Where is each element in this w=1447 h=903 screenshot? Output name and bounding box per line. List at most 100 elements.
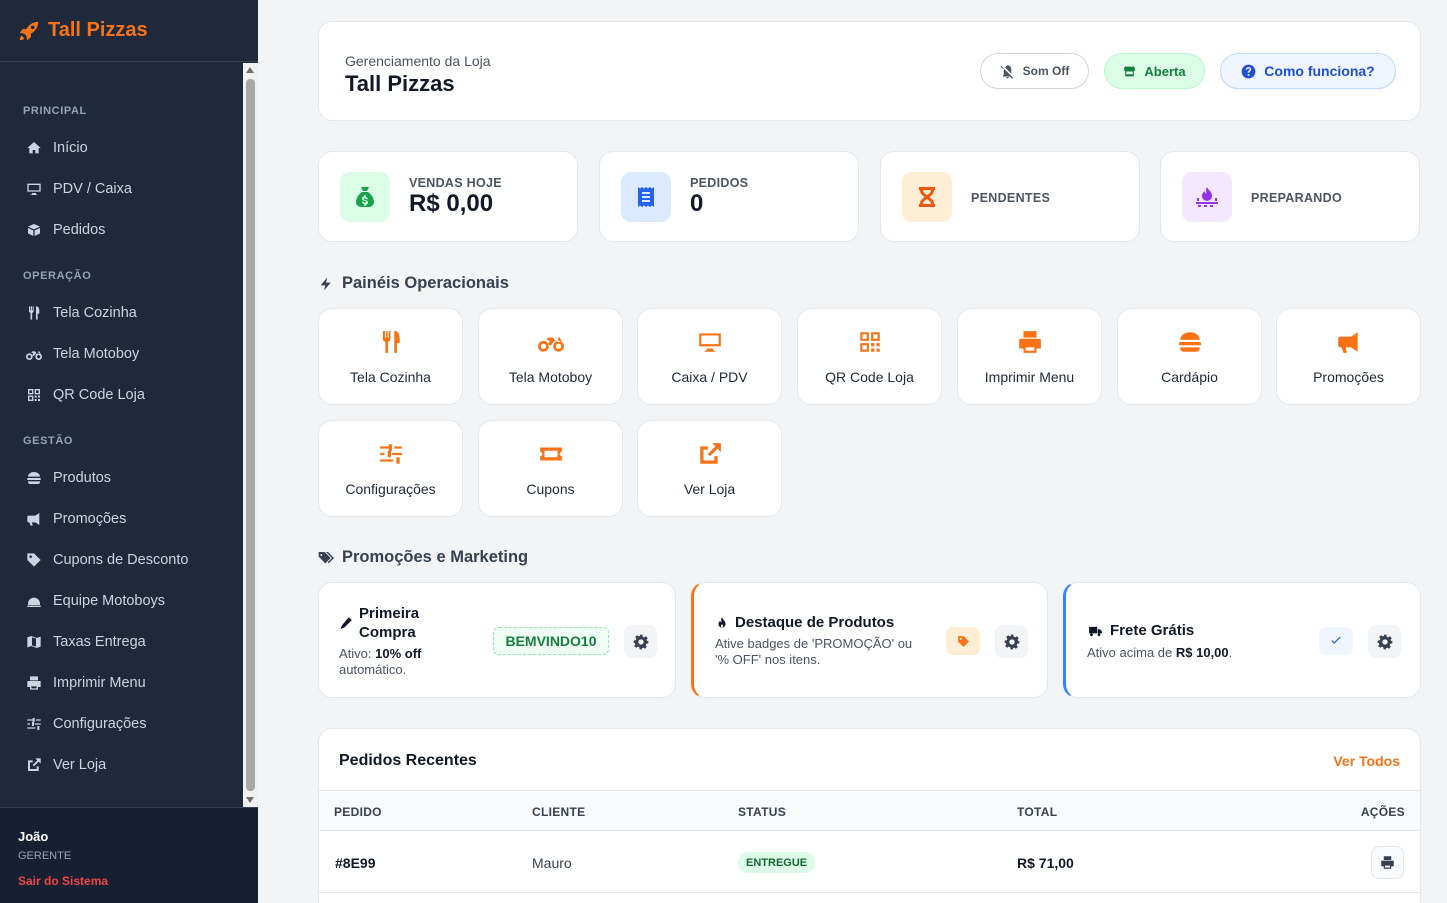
- order-id: #8E99: [335, 855, 376, 871]
- sidebar-item-imprimir-menu[interactable]: Imprimir Menu: [0, 662, 243, 703]
- panel-tile-tela-motoboy[interactable]: Tela Motoboy: [478, 308, 623, 405]
- sidebar-item-label: Produtos: [53, 469, 112, 486]
- promo-settings-button[interactable]: [995, 625, 1028, 658]
- panel-tile-label: Ver Loja: [683, 481, 736, 497]
- fire-burner-icon: [1182, 172, 1232, 222]
- sidebar-item-produtos[interactable]: Produtos: [0, 457, 243, 498]
- sidebar-item-qr-code-loja[interactable]: QR Code Loja: [0, 374, 243, 415]
- sound-toggle-button[interactable]: Som Off: [980, 53, 1089, 89]
- scroll-down-arrow-icon[interactable]: [246, 797, 254, 803]
- tag-badge: [946, 627, 980, 655]
- view-all-link[interactable]: Ver Todos: [1333, 753, 1400, 769]
- panel-tile-imprimir-menu[interactable]: Imprimir Menu: [957, 308, 1102, 405]
- promo-settings-button[interactable]: [1368, 625, 1401, 658]
- store-status-button[interactable]: Aberta: [1104, 53, 1205, 89]
- sidebar-nav: PRINCIPAL Início PDV / Caixa Pedidos OPE…: [0, 63, 243, 807]
- panel-tile-label: Tela Cozinha: [350, 369, 431, 385]
- scrollbar-thumb[interactable]: [246, 79, 255, 791]
- sidebar-item-promocoes[interactable]: Promoções: [0, 498, 243, 539]
- print-order-button[interactable]: [1371, 846, 1404, 879]
- promo-description: Ativo: 10% off automático.: [339, 646, 421, 678]
- status-badge: ENTREGUE: [738, 852, 816, 873]
- brand[interactable]: Tall Pizzas: [0, 0, 258, 62]
- panels-heading: Painéis Operacionais: [318, 274, 509, 293]
- panel-tile-configuracoes[interactable]: Configurações: [318, 420, 463, 517]
- panel-tile-label: Imprimir Menu: [984, 369, 1075, 385]
- brand-name: Tall Pizzas: [48, 19, 148, 41]
- page-title: Tall Pizzas: [345, 71, 455, 96]
- sidebar-item-taxas-entrega[interactable]: Taxas Entrega: [0, 621, 243, 662]
- box-icon: [25, 221, 42, 238]
- check-badge: [1319, 627, 1353, 655]
- qrcode-icon: [798, 329, 941, 355]
- panel-tile-caixa-pdv[interactable]: Caixa / PDV: [637, 308, 782, 405]
- stat-label: PEDIDOS: [690, 176, 749, 190]
- sidebar-item-inicio[interactable]: Início: [0, 127, 243, 168]
- megaphone-icon: [1277, 329, 1420, 355]
- sidebar-item-cupons-de-desconto[interactable]: Cupons de Desconto: [0, 539, 243, 580]
- sidebar-item-pedidos[interactable]: Pedidos: [0, 209, 243, 250]
- motorcycle-icon: [479, 329, 622, 355]
- bolt-icon: [318, 276, 334, 292]
- promo-card-destaque-produtos: Destaque de Produtos Ative badges de 'PR…: [691, 582, 1048, 698]
- sidebar-item-label: QR Code Loja: [53, 386, 145, 403]
- panel-tile-cupons[interactable]: Cupons: [478, 420, 623, 517]
- sidebar-item-configuracoes[interactable]: Configurações: [0, 703, 243, 744]
- panel-tile-qr-code-loja[interactable]: QR Code Loja: [797, 308, 942, 405]
- promo-description: Ativo acima de R$ 10,00.: [1087, 645, 1232, 661]
- panel-tile-tela-cozinha[interactable]: Tela Cozinha: [318, 308, 463, 405]
- logout-link[interactable]: Sair do Sistema: [18, 874, 108, 888]
- truck-icon: [1087, 624, 1104, 638]
- money-bag-icon: [340, 172, 390, 222]
- monitor-icon: [25, 180, 42, 197]
- table-row[interactable]: #8E99 Mauro ENTREGUE R$ 71,00: [319, 831, 1420, 893]
- promo-settings-button[interactable]: [624, 625, 657, 658]
- sliders-icon: [319, 441, 462, 467]
- stat-label: PREPARANDO: [1251, 191, 1342, 205]
- panel-tile-label: Configurações: [345, 481, 436, 497]
- panel-tile-promocoes[interactable]: Promoções: [1276, 308, 1421, 405]
- tags-icon: [318, 550, 334, 566]
- utensils-icon: [319, 329, 462, 355]
- sidebar-item-pdv-caixa[interactable]: PDV / Caixa: [0, 168, 243, 209]
- sidebar-item-label: Tela Cozinha: [53, 304, 137, 321]
- user-role: GERENTE: [18, 850, 72, 862]
- promo-title: Frete Grátis: [1087, 622, 1194, 639]
- printer-icon: [1380, 855, 1395, 870]
- sidebar-scrollbar[interactable]: [243, 63, 258, 807]
- panel-tile-ver-loja[interactable]: Ver Loja: [637, 420, 782, 517]
- sidebar-item-ver-loja[interactable]: Ver Loja: [0, 744, 243, 785]
- qrcode-icon: [25, 386, 42, 403]
- sidebar-item-tela-cozinha[interactable]: Tela Cozinha: [0, 292, 243, 333]
- coupon-code-badge: BEMVINDO10: [493, 627, 609, 655]
- utensils-icon: [25, 304, 42, 321]
- sidebar-item-equipe-motoboys[interactable]: Equipe Motoboys: [0, 580, 243, 621]
- printer-icon: [25, 674, 42, 691]
- rocket-icon: [18, 20, 40, 42]
- table-header: PEDIDO CLIENTE STATUS TOTAL AÇÕES: [319, 790, 1420, 831]
- tag-icon: [25, 551, 42, 568]
- promo-desc-bold: 10% off: [375, 646, 422, 661]
- panel-tile-label: Caixa / PDV: [671, 369, 748, 385]
- panel-tile-cardapio[interactable]: Cardápio: [1117, 308, 1262, 405]
- monitor-icon: [638, 329, 781, 355]
- sidebar-item-label: Taxas Entrega: [53, 633, 146, 650]
- panel-tile-label: QR Code Loja: [825, 369, 914, 385]
- section-label-principal: PRINCIPAL: [23, 105, 87, 117]
- stat-label: PENDENTES: [971, 191, 1051, 205]
- help-button[interactable]: Como funciona?: [1220, 53, 1396, 89]
- store-icon: [1123, 65, 1136, 78]
- column-header: AÇÕES: [1360, 805, 1405, 819]
- promo-desc-text: Ativo acima de: [1087, 645, 1176, 660]
- sound-toggle-label: Som Off: [1022, 64, 1070, 78]
- promo-title-line: Primeira: [359, 605, 420, 622]
- promo-title-line: Compra: [359, 624, 416, 641]
- sidebar-item-label: Cupons de Desconto: [53, 551, 189, 568]
- sidebar-item-tela-motoboy[interactable]: Tela Motoboy: [0, 333, 243, 374]
- scroll-up-arrow-icon[interactable]: [246, 67, 254, 73]
- sliders-icon: [25, 715, 42, 732]
- sidebar-item-label: Configurações: [53, 715, 147, 732]
- promo-desc-text: automático.: [339, 662, 407, 677]
- megaphone-icon: [25, 510, 42, 527]
- receipt-icon: [621, 172, 671, 222]
